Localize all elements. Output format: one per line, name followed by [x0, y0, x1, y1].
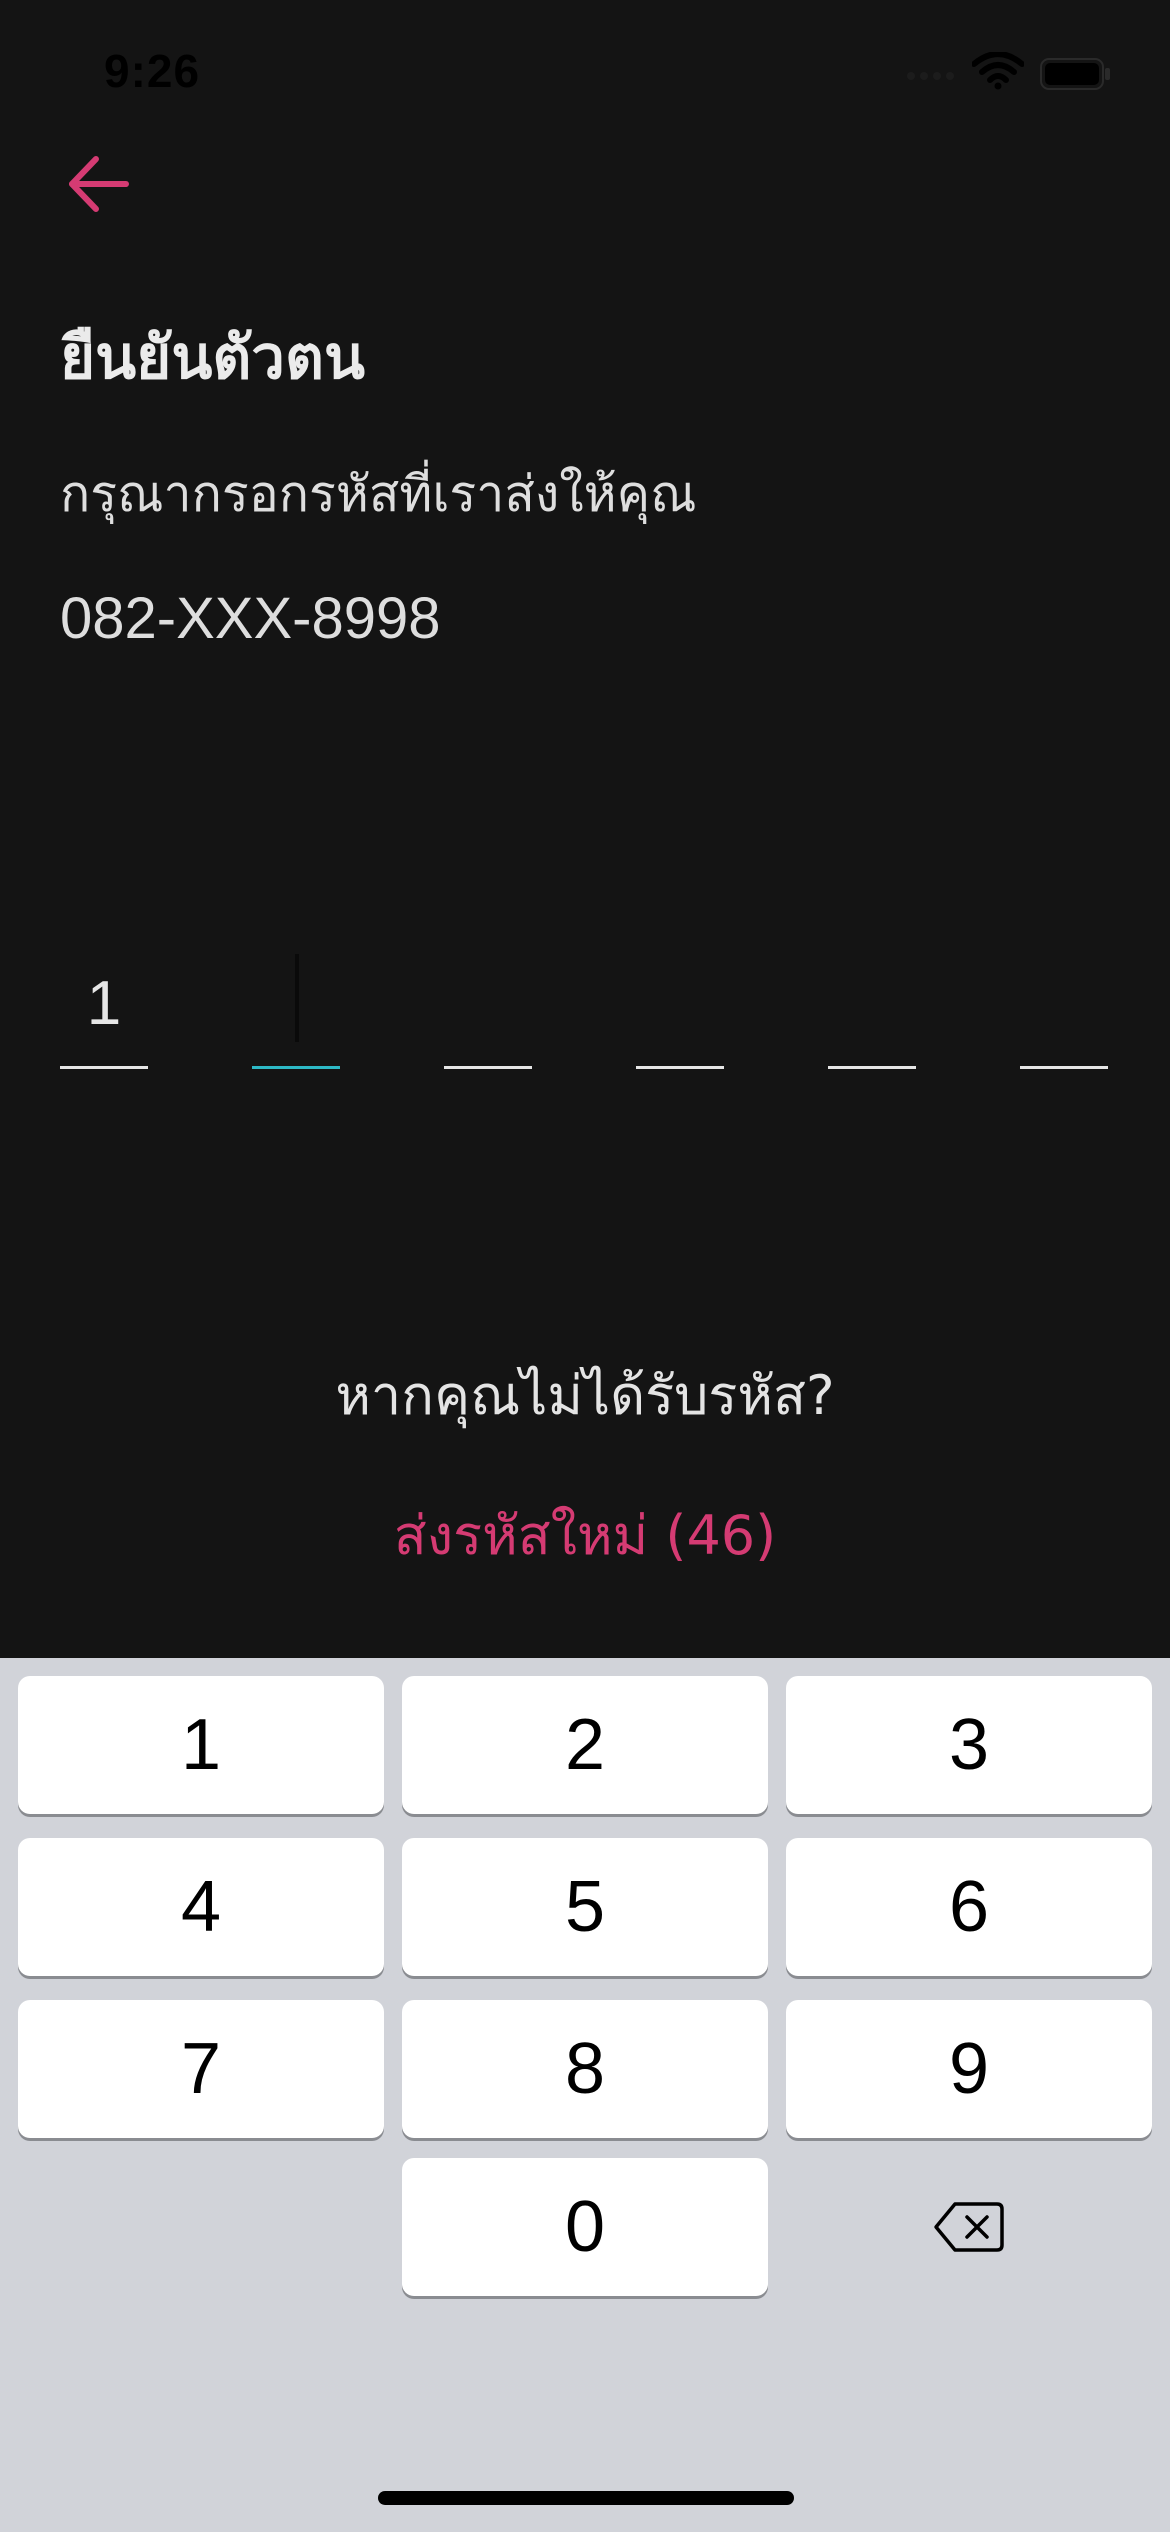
key-0[interactable]: 0 [402, 2158, 768, 2296]
backspace-icon [934, 2202, 1004, 2252]
numeric-keyboard: 1 2 3 4 5 6 7 8 9 0 [0, 1658, 1170, 2532]
otp-digit-3[interactable] [444, 940, 532, 1069]
otp-digit-5[interactable] [828, 940, 916, 1069]
key-7[interactable]: 7 [18, 2000, 384, 2138]
otp-digit-1[interactable]: 1 [60, 940, 148, 1069]
resend-code-link[interactable]: ส่งรหัสใหม่ (46) [0, 1492, 1170, 1578]
key-4[interactable]: 4 [18, 1838, 384, 1976]
page-title: ยืนยันตัวตน [60, 323, 365, 393]
key-1[interactable]: 1 [18, 1676, 384, 1814]
key-2[interactable]: 2 [402, 1676, 768, 1814]
otp-digit-2[interactable] [252, 940, 340, 1069]
key-9[interactable]: 9 [786, 2000, 1152, 2138]
status-time: 9:26 [104, 45, 201, 97]
instruction-text: กรุณากรอกรหัสที่เราส่งให้คุณ [60, 465, 697, 523]
wifi-icon [972, 52, 1024, 90]
arrow-left-icon [69, 156, 129, 212]
home-indicator [378, 2491, 794, 2505]
key-6[interactable]: 6 [786, 1838, 1152, 1976]
cellular-signal-icon [907, 72, 954, 80]
otp-digit-6[interactable] [1020, 940, 1108, 1069]
back-button[interactable] [56, 142, 140, 226]
battery-icon [1040, 58, 1110, 90]
text-caret [295, 954, 299, 1042]
otp-digit-4[interactable] [636, 940, 724, 1069]
resend-question: หากคุณไม่ได้รับรหัส? [335, 1364, 835, 1427]
key-5[interactable]: 5 [402, 1838, 768, 1976]
phone-number: 082-XXX-8998 [60, 586, 441, 651]
key-8[interactable]: 8 [402, 2000, 768, 2138]
key-3[interactable]: 3 [786, 1676, 1152, 1814]
backspace-key[interactable] [786, 2158, 1152, 2296]
